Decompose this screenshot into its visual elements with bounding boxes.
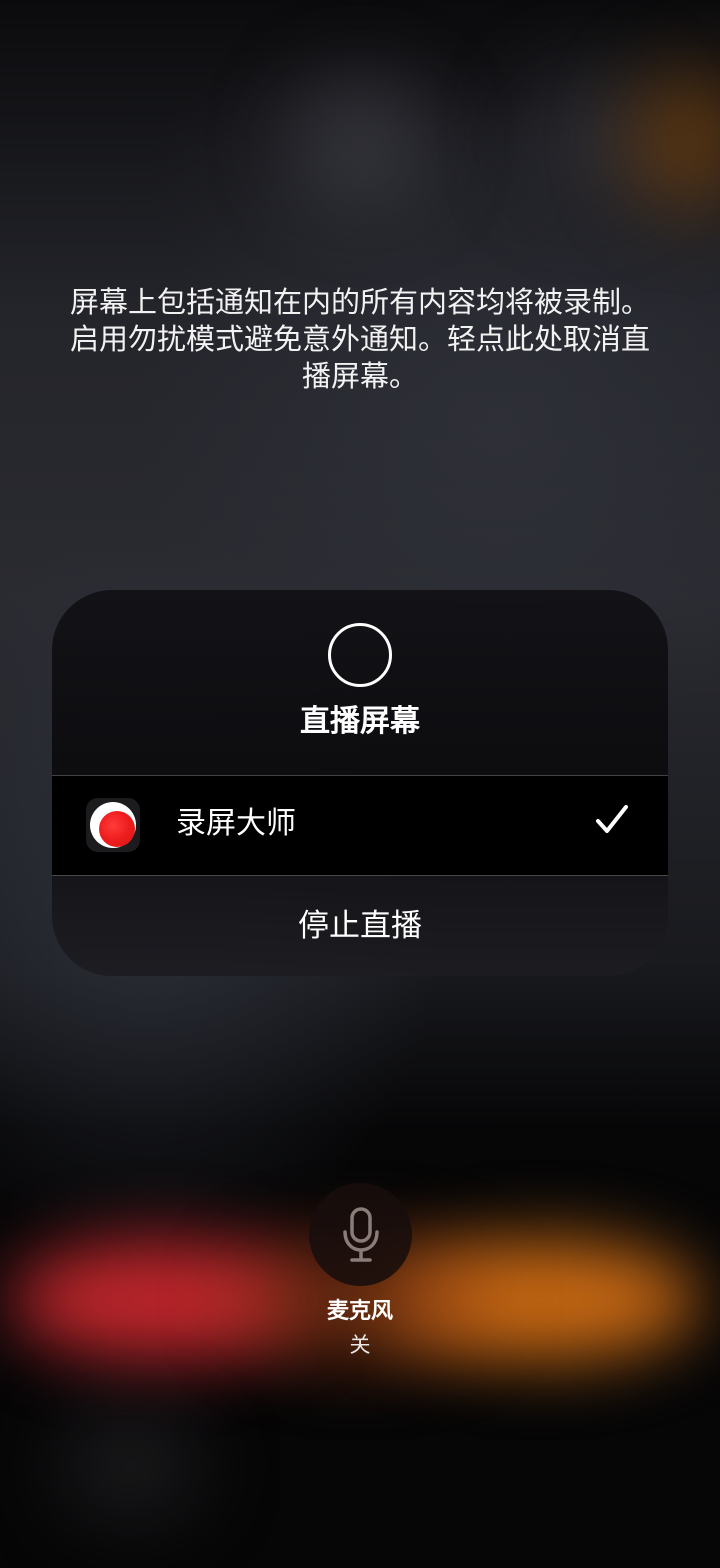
screen-broadcast-sheet: 直播屏幕 录屏大师 停止直播 bbox=[52, 590, 668, 976]
microphone-state: 关 bbox=[349, 1333, 371, 1357]
stop-broadcast-button[interactable]: 停止直播 bbox=[52, 876, 668, 976]
microphone-label: 麦克风 bbox=[326, 1299, 393, 1324]
record-dot-icon bbox=[90, 802, 136, 848]
control-center-backdrop: 屏幕上包括通知在内的所有内容均将被录制。启用勿扰模式避免意外通知。轻点此处取消直… bbox=[0, 0, 720, 1568]
app-name: 录屏大师 bbox=[176, 806, 296, 841]
broadcast-app-row[interactable]: 录屏大师 bbox=[52, 776, 668, 875]
blurred-background-shape bbox=[630, 70, 720, 210]
sheet-title: 直播屏幕 bbox=[300, 704, 420, 739]
microphone-toggle-button[interactable] bbox=[309, 1183, 412, 1286]
cancel-broadcast-notice[interactable]: 屏幕上包括通知在内的所有内容均将被录制。启用勿扰模式避免意外通知。轻点此处取消直… bbox=[66, 284, 654, 395]
record-dot bbox=[99, 811, 135, 847]
microphone-icon bbox=[343, 1207, 379, 1262]
checkmark-icon bbox=[596, 805, 628, 833]
blurred-background-shape bbox=[290, 80, 430, 200]
blurred-background-shape bbox=[60, 1410, 200, 1520]
blurred-background-shape bbox=[520, 70, 660, 200]
app-icon bbox=[86, 798, 140, 852]
record-circle-icon bbox=[328, 623, 392, 687]
